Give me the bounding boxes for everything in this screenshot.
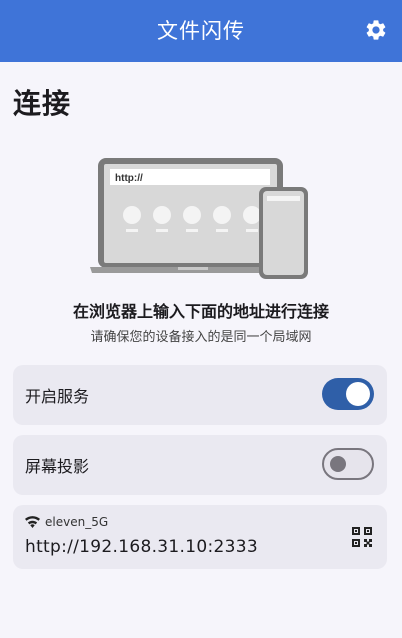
screen-projection-row[interactable]: 屏幕投影 xyxy=(13,435,387,495)
screen-projection-label: 屏幕投影 xyxy=(25,457,90,476)
screen-projection-switch[interactable] xyxy=(322,448,374,480)
url-text: http:// xyxy=(115,173,143,184)
page-title: 连接 xyxy=(13,87,72,120)
server-address: http://192.168.31.10:2333 xyxy=(25,537,258,557)
connection-card: eleven_5G http://192.168.31.10:2333 xyxy=(13,505,387,569)
service-switch[interactable] xyxy=(322,378,374,410)
instruction-headline: 在浏览器上输入下面的地址进行连接 xyxy=(72,302,329,321)
wifi-row: eleven_5G xyxy=(25,514,108,530)
instruction-subline: 请确保您的设备接入的是同一个局域网 xyxy=(90,330,312,345)
switch-knob xyxy=(330,456,346,472)
app-bar: 文件闪传 xyxy=(0,0,402,62)
app-title: 文件闪传 xyxy=(157,19,245,43)
service-toggle-row[interactable]: 开启服务 xyxy=(13,365,387,425)
switch-knob xyxy=(346,382,370,406)
gear-icon xyxy=(366,20,386,40)
settings-button[interactable] xyxy=(364,18,388,42)
qr-code-button[interactable] xyxy=(351,526,373,548)
service-label: 开启服务 xyxy=(25,387,90,406)
laptop-phone-illustration: http:// xyxy=(90,158,308,279)
wifi-name: eleven_5G xyxy=(45,515,109,529)
wifi-icon xyxy=(25,516,40,528)
qr-code-icon xyxy=(352,527,372,547)
